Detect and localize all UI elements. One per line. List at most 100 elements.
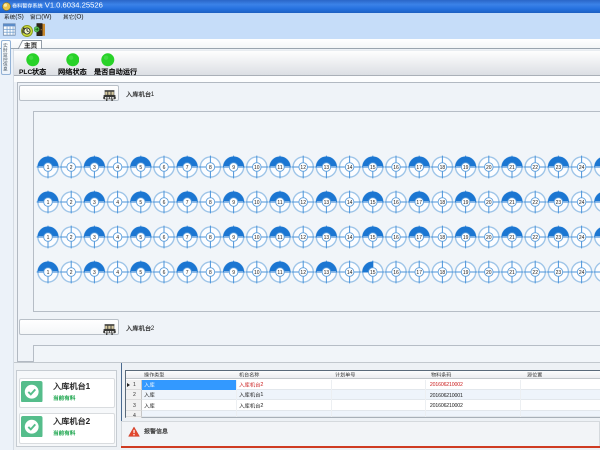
svg-text:16: 16	[393, 200, 399, 206]
svg-text:8: 8	[209, 200, 212, 206]
svg-text:(W): (W)	[41, 14, 51, 21]
svg-text:12: 12	[300, 235, 306, 241]
svg-text:12: 12	[300, 165, 306, 171]
svg-text:19: 19	[463, 200, 469, 206]
svg-text:5: 5	[139, 165, 142, 171]
svg-text:13: 13	[324, 200, 330, 206]
svg-text:17: 17	[416, 270, 422, 276]
svg-text:20: 20	[486, 200, 492, 206]
svg-text:4: 4	[116, 270, 119, 276]
svg-text:15: 15	[370, 235, 376, 241]
svg-text:8: 8	[209, 165, 212, 171]
svg-text:21: 21	[509, 165, 515, 171]
svg-text:1: 1	[47, 165, 50, 171]
svg-text:8: 8	[209, 235, 212, 241]
svg-text:23: 23	[556, 235, 562, 241]
svg-text:6: 6	[163, 165, 166, 171]
svg-text:19: 19	[463, 270, 469, 276]
svg-text:11: 11	[277, 270, 282, 276]
svg-text:2: 2	[70, 270, 73, 276]
svg-text:14: 14	[347, 200, 353, 206]
svg-text:19: 19	[463, 235, 469, 241]
svg-text:1: 1	[47, 235, 50, 241]
svg-text:7: 7	[186, 270, 189, 276]
svg-text:11: 11	[277, 200, 282, 206]
svg-text:9: 9	[232, 270, 235, 276]
svg-text:21: 21	[509, 270, 515, 276]
svg-text:2: 2	[70, 235, 73, 241]
svg-text:(O): (O)	[74, 14, 83, 21]
svg-text:13: 13	[324, 235, 330, 241]
svg-text:16: 16	[393, 235, 399, 241]
svg-text:21: 21	[509, 235, 515, 241]
svg-text:5: 5	[139, 235, 142, 241]
svg-text:2: 2	[70, 165, 73, 171]
svg-text:22: 22	[532, 235, 538, 241]
svg-text:24: 24	[579, 200, 585, 206]
svg-text:24: 24	[579, 235, 585, 241]
svg-text:17: 17	[416, 200, 422, 206]
svg-text:14: 14	[347, 270, 353, 276]
svg-text:7: 7	[186, 200, 189, 206]
svg-text:3: 3	[93, 200, 96, 206]
svg-text:19: 19	[463, 165, 469, 171]
svg-text:V1.0.6034.25526: V1.0.6034.25526	[44, 0, 102, 9]
svg-text:22: 22	[532, 270, 538, 276]
svg-text:10: 10	[254, 235, 260, 241]
svg-text:16: 16	[393, 165, 399, 171]
svg-text:11: 11	[277, 235, 282, 241]
svg-text:6: 6	[163, 270, 166, 276]
svg-text:7: 7	[186, 235, 189, 241]
svg-text:10: 10	[254, 270, 260, 276]
svg-text:5: 5	[139, 270, 142, 276]
svg-text:24: 24	[579, 165, 585, 171]
svg-text:18: 18	[440, 235, 446, 241]
svg-text:24: 24	[579, 270, 585, 276]
svg-text:3: 3	[93, 165, 96, 171]
svg-text:4: 4	[116, 165, 119, 171]
svg-text:20: 20	[486, 270, 492, 276]
svg-text:10: 10	[254, 200, 260, 206]
svg-text:7: 7	[186, 165, 189, 171]
svg-text:12: 12	[300, 270, 306, 276]
svg-text:15: 15	[370, 270, 376, 276]
svg-text:15: 15	[370, 165, 376, 171]
svg-text:13: 13	[324, 270, 330, 276]
svg-text:6: 6	[163, 235, 166, 241]
svg-text:10: 10	[254, 165, 260, 171]
svg-text:22: 22	[532, 200, 538, 206]
svg-text:(S): (S)	[15, 14, 24, 21]
svg-text:17: 17	[416, 235, 422, 241]
svg-text:8: 8	[209, 270, 212, 276]
svg-text:1: 1	[47, 270, 50, 276]
svg-text:20: 20	[486, 165, 492, 171]
svg-text:14: 14	[347, 235, 353, 241]
svg-text:18: 18	[440, 165, 446, 171]
svg-text:9: 9	[232, 235, 235, 241]
svg-text:22: 22	[532, 165, 538, 171]
svg-text:16: 16	[393, 270, 399, 276]
svg-text:17: 17	[416, 165, 422, 171]
svg-text:23: 23	[556, 270, 562, 276]
svg-text:6: 6	[163, 200, 166, 206]
svg-text:15: 15	[370, 200, 376, 206]
svg-text:13: 13	[324, 165, 330, 171]
svg-text:3: 3	[93, 235, 96, 241]
svg-text:18: 18	[440, 200, 446, 206]
svg-text:9: 9	[232, 165, 235, 171]
svg-text:5: 5	[139, 200, 142, 206]
svg-text:21: 21	[509, 200, 515, 206]
svg-text:4: 4	[116, 200, 119, 206]
svg-text:18: 18	[440, 270, 446, 276]
svg-text:12: 12	[300, 200, 306, 206]
svg-text:3: 3	[93, 270, 96, 276]
svg-text:11: 11	[277, 165, 282, 171]
svg-text:9: 9	[232, 200, 235, 206]
svg-text:1: 1	[47, 200, 50, 206]
svg-text:23: 23	[556, 165, 562, 171]
svg-text:20: 20	[486, 235, 492, 241]
svg-text:14: 14	[347, 165, 353, 171]
svg-text:4: 4	[116, 235, 119, 241]
svg-text:23: 23	[556, 200, 562, 206]
svg-text:2: 2	[70, 200, 73, 206]
